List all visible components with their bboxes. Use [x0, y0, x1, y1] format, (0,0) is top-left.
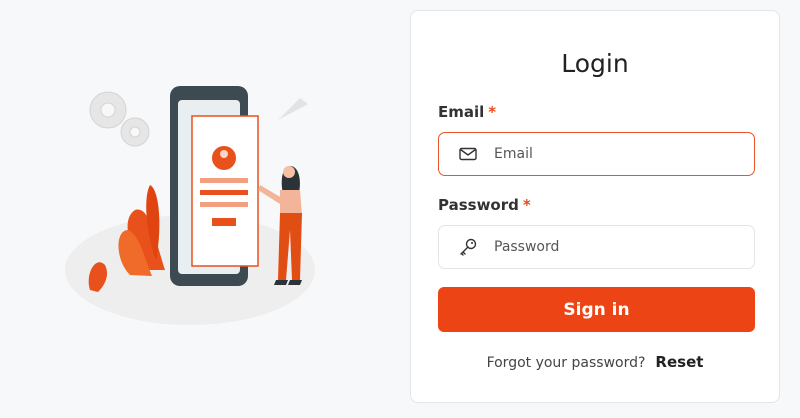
forgot-row: Forgot your password? Reset [411, 353, 779, 371]
password-label: Password * [438, 196, 531, 214]
password-label-text: Password [438, 196, 519, 214]
forgot-password-text: Forgot your password? [486, 355, 646, 371]
login-card: Login Email* Password* Sign in Forgot yo… [410, 10, 780, 403]
reset-link[interactable]: Reset [655, 353, 703, 371]
email-input[interactable] [494, 146, 754, 162]
sign-in-button[interactable]: Sign in [438, 287, 755, 332]
email-label-text: Email [438, 103, 485, 121]
login-title: Login [561, 49, 629, 78]
required-marker: * [522, 196, 531, 214]
password-input[interactable] [494, 239, 754, 255]
email-field[interactable] [438, 132, 755, 176]
envelope-icon [458, 144, 478, 164]
password-field[interactable] [438, 225, 755, 269]
login-illustration [60, 80, 350, 330]
key-icon [458, 237, 478, 257]
email-label: Email * [438, 103, 496, 121]
required-marker: * [488, 103, 497, 121]
